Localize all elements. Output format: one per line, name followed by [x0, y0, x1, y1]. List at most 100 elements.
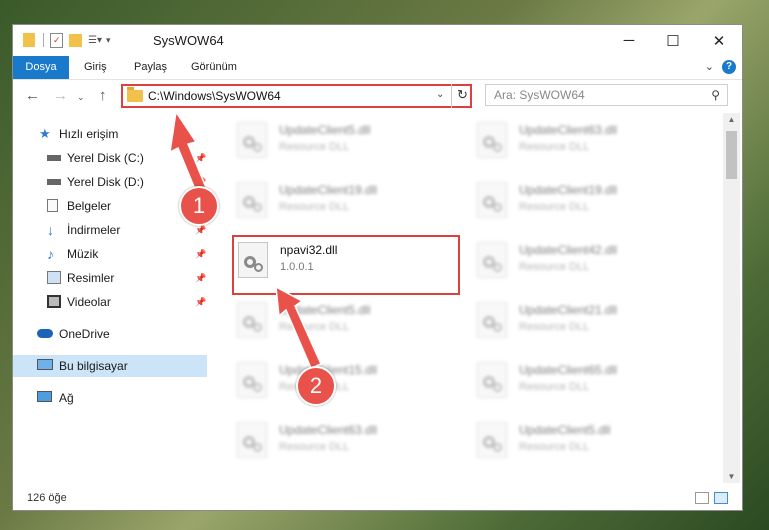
pin-icon[interactable]: 📌	[195, 267, 206, 289]
file-item-highlighted[interactable]: npavi32.dll 1.0.0.1	[232, 235, 460, 295]
dropdown-icon[interactable]: ▾	[106, 35, 111, 46]
file-name: UpdateClient21.dll	[519, 303, 618, 317]
sidebar-item-documents[interactable]: Belgeler 📌	[13, 195, 207, 217]
sidebar-item-label: Videolar	[67, 295, 111, 309]
folder-icon	[127, 87, 143, 102]
tab-home[interactable]: Giriş	[84, 56, 107, 79]
file-name: UpdateClient5.dll	[519, 423, 611, 437]
file-description: Resource DLL	[519, 441, 590, 453]
file-description: Resource DLL	[279, 321, 350, 333]
file-item[interactable]: UpdateClient5.dll Resource DLL	[233, 117, 463, 169]
address-dropdown-icon[interactable]: ⌄	[436, 89, 444, 100]
properties-icon[interactable]: ✓	[50, 32, 63, 48]
file-item[interactable]: UpdateClient19.dll Resource DLL	[473, 177, 703, 229]
file-item[interactable]: UpdateClient42.dll Resource DLL	[473, 237, 703, 289]
pin-icon[interactable]: 📌	[195, 291, 206, 313]
scroll-down-icon[interactable]: ▼	[723, 472, 740, 481]
tab-view[interactable]: Görünüm	[191, 56, 237, 79]
file-description: Resource DLL	[519, 201, 590, 213]
sidebar-item-disk-d[interactable]: Yerel Disk (D:) 📌	[13, 171, 207, 193]
dll-file-icon	[477, 302, 507, 338]
new-folder-icon[interactable]	[69, 33, 82, 47]
documents-icon	[47, 199, 58, 212]
separator	[43, 33, 44, 47]
search-placeholder[interactable]: Ara: SysWOW64	[494, 88, 585, 102]
refresh-icon[interactable]: ↻	[451, 84, 473, 108]
address-bar[interactable]: C:\Windows\SysWOW64 ⌄ ↻	[121, 84, 472, 108]
computer-icon	[37, 359, 53, 370]
customize-toolbar-icon[interactable]: ☰▾	[88, 35, 102, 46]
sidebar-item-label: Yerel Disk (D:)	[67, 175, 144, 189]
scroll-up-icon[interactable]: ▲	[723, 115, 740, 124]
large-icons-view-icon[interactable]	[714, 492, 728, 504]
file-item[interactable]: UpdateClient21.dll Resource DLL	[473, 297, 703, 349]
scroll-thumb[interactable]	[726, 131, 737, 179]
dll-file-icon	[477, 362, 507, 398]
star-icon: ★	[39, 126, 51, 141]
file-list: UpdateClient5.dll Resource DLL UpdateCli…	[209, 113, 723, 483]
back-arrow-icon[interactable]: ←	[25, 87, 40, 104]
recent-dropdown-icon[interactable]: ⌄	[77, 92, 85, 103]
maximize-button[interactable]: ☐	[650, 25, 696, 56]
sidebar-item-label: Ağ	[59, 391, 74, 405]
sidebar-item-downloads[interactable]: ↓ İndirmeler 📌	[13, 219, 207, 241]
quick-access-toolbar: ✓ ☰▾ ▾	[23, 31, 111, 49]
dll-file-icon	[477, 422, 507, 458]
ribbon: Dosya Giriş Paylaş Görünüm ⌄ ?	[13, 56, 742, 80]
sidebar-item-label: İndirmeler	[67, 223, 121, 237]
video-icon	[47, 295, 61, 308]
pin-icon[interactable]: 📌	[195, 147, 206, 169]
file-item[interactable]: UpdateClient5.dll Resource DLL	[233, 297, 463, 349]
dll-file-icon	[477, 242, 507, 278]
navigation-pane: ★ Hızlı erişim Yerel Disk (C:) 📌 Yerel D…	[13, 113, 207, 483]
search-icon[interactable]: ⚲	[711, 88, 720, 102]
sidebar-item-videos[interactable]: Videolar 📌	[13, 291, 207, 313]
sidebar-item-pictures[interactable]: Resimler 📌	[13, 267, 207, 289]
drive-icon	[47, 179, 61, 185]
file-description: 1.0.0.1	[280, 261, 314, 273]
sidebar-item-network[interactable]: Ağ	[13, 387, 207, 409]
file-description: Resource DLL	[519, 381, 590, 393]
folder-icon[interactable]	[23, 33, 35, 47]
navigation-bar: ← → ⌄ ↑ C:\Windows\SysWOW64 ⌄ ↻ Ara: Sys…	[13, 80, 742, 112]
status-bar: 126 öğe	[13, 485, 742, 510]
sidebar-item-label: Müzik	[67, 247, 99, 261]
file-item[interactable]: UpdateClient15.dll Resource DLL	[233, 357, 463, 409]
file-description: Resource DLL	[519, 141, 590, 153]
file-description: Resource DLL	[279, 141, 350, 153]
sidebar-item-music[interactable]: ♪ Müzik 📌	[13, 243, 207, 265]
file-name: UpdateClient63.dll	[519, 123, 618, 137]
sidebar-item-disk-c[interactable]: Yerel Disk (C:) 📌	[13, 147, 207, 169]
file-name: UpdateClient65.dll	[519, 363, 618, 377]
help-icon[interactable]: ?	[722, 60, 736, 74]
sidebar-item-this-pc[interactable]: Bu bilgisayar	[13, 355, 207, 377]
window-title: SysWOW64	[153, 33, 224, 48]
music-icon: ♪	[47, 246, 54, 262]
close-button[interactable]: ✕	[696, 25, 742, 56]
address-path[interactable]: C:\Windows\SysWOW64	[148, 89, 281, 103]
sidebar-item-onedrive[interactable]: OneDrive	[13, 323, 207, 345]
tab-file[interactable]: Dosya	[13, 56, 69, 79]
pin-icon[interactable]: 📌	[195, 243, 206, 265]
minimize-button[interactable]: ─	[606, 25, 652, 56]
search-box[interactable]: Ara: SysWOW64 ⚲	[485, 84, 728, 106]
dll-file-icon	[477, 122, 507, 158]
file-item[interactable]: UpdateClient63.dll Resource DLL	[473, 117, 703, 169]
forward-arrow-icon[interactable]: →	[53, 87, 68, 104]
tab-share[interactable]: Paylaş	[134, 56, 167, 79]
chevron-down-icon[interactable]: ⌄	[705, 60, 714, 73]
file-description: Resource DLL	[279, 201, 350, 213]
details-view-icon[interactable]	[695, 492, 709, 504]
file-item[interactable]: UpdateClient5.dll Resource DLL	[473, 417, 703, 469]
drive-icon	[47, 155, 61, 161]
dll-file-icon	[237, 302, 267, 338]
file-item[interactable]: UpdateClient63.dll Resource DLL	[233, 417, 463, 469]
up-arrow-icon[interactable]: ↑	[99, 87, 107, 104]
file-name: UpdateClient42.dll	[519, 243, 618, 257]
file-item[interactable]: UpdateClient65.dll Resource DLL	[473, 357, 703, 409]
sidebar-item-quick-access[interactable]: ★ Hızlı erişim	[13, 123, 207, 145]
dll-file-icon	[237, 422, 267, 458]
step-1-badge: 1	[179, 186, 219, 226]
vertical-scrollbar[interactable]: ▲ ▼	[723, 113, 740, 483]
file-item[interactable]: UpdateClient19.dll Resource DLL	[233, 177, 463, 229]
